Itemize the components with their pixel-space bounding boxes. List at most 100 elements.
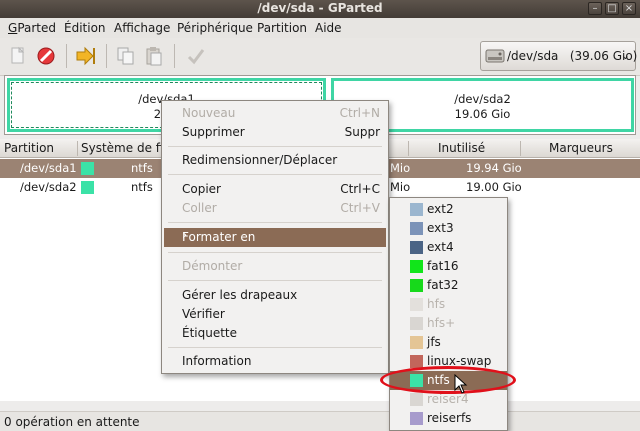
highlight-ellipse: [380, 366, 516, 394]
chevron-down-icon: ⌄: [620, 49, 630, 62]
cell-filesystem: ntfs: [131, 161, 153, 175]
menu-separator: [168, 347, 382, 348]
column-separator: [77, 141, 78, 156]
menu-separator: [168, 280, 382, 281]
toolbar-separator: [66, 44, 67, 68]
fat16-color-swatch: [410, 260, 423, 273]
cell-filesystem: ntfs: [131, 180, 153, 194]
menu-separator: [168, 146, 382, 147]
hard-disk-icon: [485, 47, 505, 65]
apply-icon[interactable]: [184, 44, 208, 68]
menu-aide[interactable]: Aide: [315, 21, 342, 35]
fat32-color-swatch: [410, 279, 423, 292]
format-submenu: ext2 ext3 ext4 fat16 fat32 hfs hfs+ jfs …: [389, 197, 508, 431]
submenu-item-hfs[interactable]: hfs: [390, 295, 507, 314]
shortcut-nouveau: Ctrl+N: [339, 106, 380, 120]
menu-affichage[interactable]: Affichage: [114, 21, 170, 35]
menu-item-demonter[interactable]: Démonter: [182, 259, 242, 273]
status-text: 0 opération en attente: [4, 415, 140, 429]
filesystem-color-swatch: [81, 162, 94, 175]
reiserfs-color-swatch: [410, 412, 423, 425]
chevron-right-icon: ›: [182, 228, 188, 243]
menu-item-information[interactable]: Information: [182, 354, 251, 368]
submenu-item-ext2[interactable]: ext2: [390, 200, 507, 219]
menu-item-copier[interactable]: Copier: [182, 182, 221, 196]
new-icon[interactable]: [6, 44, 30, 68]
hfs-color-swatch: [410, 298, 423, 311]
menu-peripherique[interactable]: Périphérique: [177, 21, 253, 35]
status-bar: 0 opération en attente: [0, 411, 640, 431]
menu-item-coller[interactable]: Coller: [182, 201, 217, 215]
ext4-color-swatch: [410, 241, 423, 254]
shortcut-supprimer: Suppr: [344, 125, 380, 139]
cell-partition: /dev/sda1: [20, 161, 77, 175]
submenu-item-label: reiser4: [427, 392, 469, 406]
delete-icon[interactable]: [34, 44, 58, 68]
menu-gparted-rest: Parted: [17, 21, 57, 35]
shortcut-coller: Ctrl+V: [340, 201, 380, 215]
column-filesystem[interactable]: Système de fic: [81, 141, 170, 155]
paste-icon[interactable]: [142, 44, 166, 68]
linux-swap-color-swatch: [410, 355, 423, 368]
column-flags[interactable]: Marqueurs: [549, 141, 613, 155]
menu-separator: [168, 252, 382, 253]
window-title: /dev/sda - GParted: [257, 1, 383, 15]
submenu-item-fat16[interactable]: fat16: [390, 257, 507, 276]
toolbar: /dev/sda (39.06 Gio) ⌄: [0, 38, 640, 76]
menu-item-nouveau[interactable]: Nouveau: [182, 106, 235, 120]
device-selector[interactable]: /dev/sda (39.06 Gio) ⌄: [480, 41, 638, 71]
menu-item-gerer-drapeaux[interactable]: Gérer les drapeaux: [182, 288, 297, 302]
submenu-item-label: fat16: [427, 259, 459, 273]
menu-item-etiquette[interactable]: Étiquette: [182, 326, 237, 340]
ext2-color-swatch: [410, 203, 423, 216]
submenu-item-fat32[interactable]: fat32: [390, 276, 507, 295]
submenu-item-label: jfs: [427, 335, 441, 349]
ext3-color-swatch: [410, 222, 423, 235]
menu-separator: [168, 222, 382, 223]
device-label: /dev/sda (39.06 Gio): [507, 49, 638, 63]
submenu-item-label: hfs+: [427, 316, 456, 330]
submenu-item-ext4[interactable]: ext4: [390, 238, 507, 257]
filesystem-color-swatch: [81, 181, 94, 194]
cell-used: Mio: [390, 180, 411, 194]
maximize-button[interactable]: □: [605, 2, 619, 15]
submenu-item-label: fat32: [427, 278, 459, 292]
submenu-item-jfs[interactable]: jfs: [390, 333, 507, 352]
shortcut-copier: Ctrl+C: [340, 182, 380, 196]
menu-bar: GParted Édition Affichage Périphérique P…: [0, 18, 640, 38]
window-controls: – □ ×: [588, 2, 636, 15]
menu-partition[interactable]: Partition: [257, 21, 307, 35]
column-partition[interactable]: Partition: [4, 141, 54, 155]
menu-item-redimensionner[interactable]: Redimensionner/Déplacer: [182, 153, 337, 167]
title-bar: /dev/sda - GParted – □ ×: [0, 0, 640, 18]
cell-partition: /dev/sda2: [20, 180, 77, 194]
menu-separator: [168, 174, 382, 175]
menu-gparted[interactable]: GParted: [8, 21, 56, 35]
toolbar-separator: [106, 44, 107, 68]
partition-context-menu: Nouveau Ctrl+N Supprimer Suppr Redimensi…: [161, 100, 389, 374]
cell-unused: 19.94 Gio: [466, 161, 522, 175]
hfs-plus-color-swatch: [410, 317, 423, 330]
copy-icon[interactable]: [114, 44, 138, 68]
column-separator: [408, 141, 409, 156]
close-button[interactable]: ×: [622, 2, 636, 15]
mouse-pointer-icon: [454, 373, 468, 394]
menu-edition[interactable]: Édition: [64, 21, 106, 35]
submenu-item-ext3[interactable]: ext3: [390, 219, 507, 238]
column-separator: [520, 141, 521, 156]
cell-used: Mio: [390, 161, 411, 175]
submenu-item-label: reiserfs: [427, 411, 472, 425]
menu-item-formater-en[interactable]: Formater en ›: [164, 228, 386, 247]
minimize-button[interactable]: –: [588, 2, 602, 15]
submenu-item-hfs-plus[interactable]: hfs+: [390, 314, 507, 333]
jfs-color-swatch: [410, 336, 423, 349]
submenu-item-label: ext3: [427, 221, 454, 235]
toolbar-separator: [174, 44, 175, 68]
menu-item-verifier[interactable]: Vérifier: [182, 307, 225, 321]
submenu-item-reiserfs[interactable]: reiserfs: [390, 409, 507, 428]
resize-icon[interactable]: [74, 44, 98, 68]
cell-unused: 19.00 Gio: [466, 180, 522, 194]
submenu-item-label: ext2: [427, 202, 454, 216]
menu-item-supprimer[interactable]: Supprimer: [182, 125, 245, 139]
column-unused[interactable]: Inutilisé: [438, 141, 485, 155]
